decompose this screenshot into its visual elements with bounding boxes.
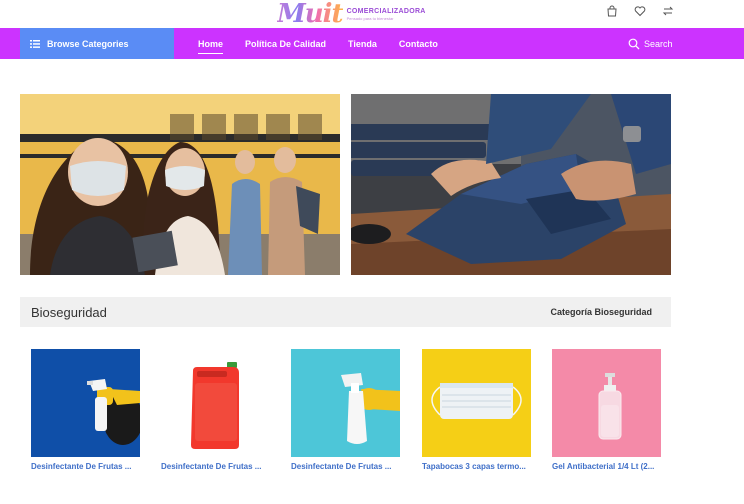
section-title: Bioseguridad <box>31 305 107 320</box>
logo-mark: Muit <box>277 0 344 29</box>
product-image[interactable] <box>291 349 400 457</box>
top-bar: Muit COMERCIALIZADORA Pensado para tu bi… <box>0 0 744 28</box>
product-name[interactable]: Desinfectante De Frutas ... <box>161 462 273 471</box>
logo-tagline: Pensado para tu bienestar <box>346 15 394 21</box>
product-name[interactable]: Tapabocas 3 capas termo... <box>422 462 534 471</box>
search-button[interactable]: Search <box>628 28 673 59</box>
product-image[interactable] <box>31 349 140 457</box>
search-icon <box>628 38 640 49</box>
product-card[interactable]: Desinfectante De Frutas ... <box>291 349 400 471</box>
page: Muit COMERCIALIZADORA Pensado para tu bi… <box>0 0 744 504</box>
nav-links: Home Política De Calidad Tienda Contacto <box>198 28 460 59</box>
banner-jeans-image <box>351 94 671 275</box>
bag-icon[interactable] <box>606 5 618 17</box>
site-logo[interactable]: Muit COMERCIALIZADORA Pensado para tu bi… <box>277 1 426 27</box>
section-header: Bioseguridad Categoría Bioseguridad <box>20 297 671 327</box>
product-card[interactable]: Tapabocas 3 capas termo... <box>422 349 531 471</box>
category-link[interactable]: Categoría Bioseguridad <box>550 307 652 317</box>
nav-link-tienda[interactable]: Tienda <box>348 37 377 51</box>
browse-categories-button[interactable]: Browse Categories <box>20 28 174 59</box>
product-card[interactable]: Gel Antibacterial 1/4 Lt (2... <box>552 349 661 471</box>
product-image[interactable] <box>422 349 531 457</box>
heart-icon[interactable] <box>634 5 646 17</box>
product-name[interactable]: Desinfectante De Frutas ... <box>31 462 143 471</box>
product-card[interactable]: Desinfectante De Frutas ... <box>31 349 140 471</box>
menu-icon <box>30 39 40 48</box>
banner-jeans[interactable] <box>351 94 671 275</box>
header-actions <box>606 5 674 17</box>
main-nav: Browse Categories Home Política De Calid… <box>0 28 744 59</box>
product-image[interactable] <box>552 349 661 457</box>
browse-categories-label: Browse Categories <box>47 38 129 49</box>
nav-link-contacto[interactable]: Contacto <box>399 37 438 51</box>
nav-link-home[interactable]: Home <box>198 37 224 54</box>
product-name[interactable]: Desinfectante De Frutas ... <box>291 462 403 471</box>
banner-students-image <box>20 94 340 275</box>
product-card[interactable]: Desinfectante De Frutas ... <box>161 349 270 471</box>
logo-name: COMERCIALIZADORA <box>346 7 426 15</box>
search-label: Search <box>644 38 673 49</box>
product-name[interactable]: Gel Antibacterial 1/4 Lt (2... <box>552 462 664 471</box>
product-image[interactable] <box>161 349 270 457</box>
compare-icon[interactable] <box>662 5 674 17</box>
nav-link-politica-de-calidad[interactable]: Política De Calidad <box>245 37 326 51</box>
banner-students-masks[interactable] <box>20 94 340 275</box>
